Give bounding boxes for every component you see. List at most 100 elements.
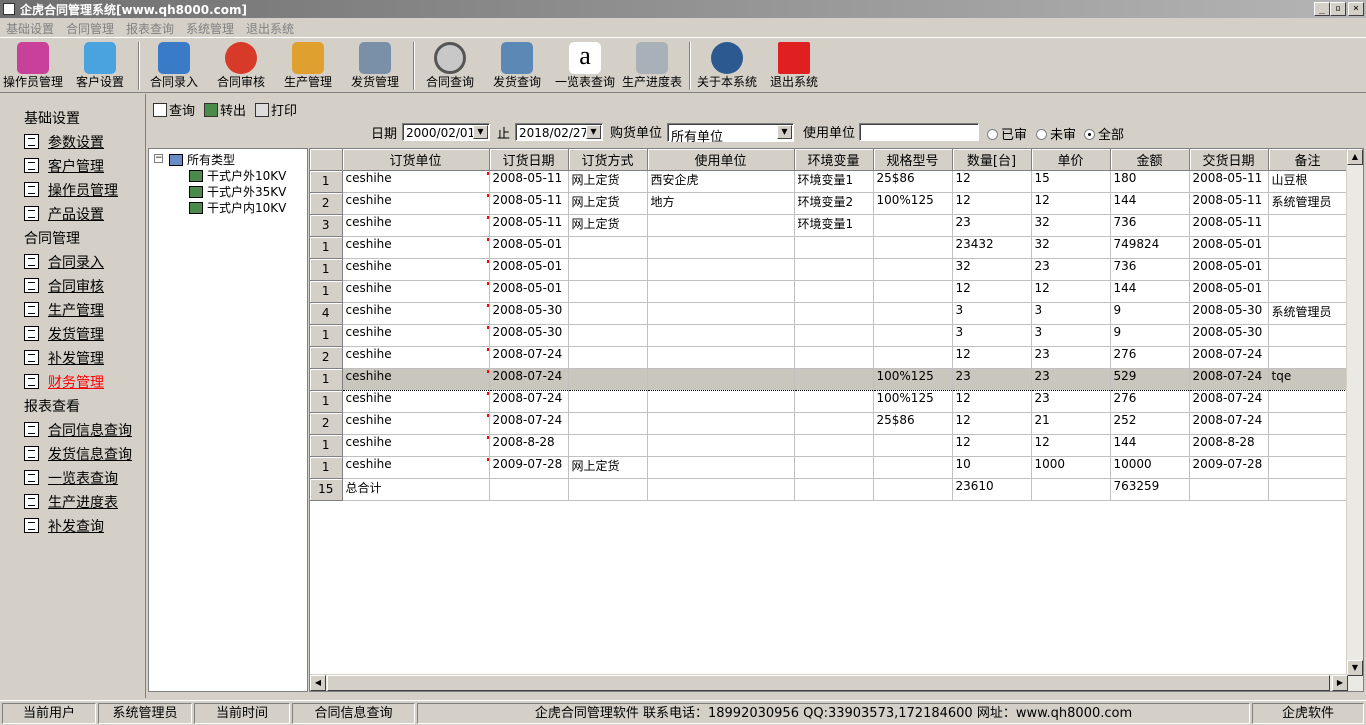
grid-cell[interactable] bbox=[568, 324, 648, 347]
grid-cell[interactable]: 180 bbox=[1110, 170, 1190, 193]
close-button[interactable]: × bbox=[1348, 2, 1364, 16]
grid-cell[interactable] bbox=[568, 236, 648, 259]
menu-report-query[interactable]: 报表查询 bbox=[126, 20, 174, 37]
grid-cell[interactable]: 12 bbox=[952, 170, 1032, 193]
grid-cell[interactable]: 环境变量1 bbox=[794, 170, 874, 193]
grid-cell[interactable]: 2008-07-24 bbox=[489, 412, 569, 435]
export-button[interactable]: 转出 bbox=[204, 100, 246, 120]
grid-cell[interactable]: 系统管理员 bbox=[1268, 192, 1348, 215]
radio-all[interactable]: 全部 bbox=[1084, 124, 1124, 143]
grid-cell[interactable]: 2008-07-24 bbox=[1189, 390, 1269, 413]
grid-cell[interactable] bbox=[1268, 412, 1348, 435]
grid-cell[interactable] bbox=[647, 302, 795, 325]
table-row[interactable]: 2 ceshihe 2008-05-11 网上定货 地方 环境变量2 100%125 12 12… bbox=[310, 192, 1348, 215]
grid-column-header[interactable]: 订货日期 bbox=[489, 149, 569, 171]
toolbar-about-button[interactable]: 关于本系统 bbox=[695, 40, 759, 92]
radio-audited[interactable]: 已审 bbox=[987, 124, 1027, 143]
grid-column-header[interactable]: 环境变量 bbox=[794, 149, 874, 171]
grid-cell[interactable]: 25$86 bbox=[873, 412, 953, 435]
grid-cell[interactable]: ceshihe bbox=[342, 258, 490, 281]
grid-cell[interactable]: 144 bbox=[1110, 192, 1190, 215]
date-from-picker[interactable]: 2000/02/01 ▼ bbox=[402, 123, 490, 141]
horizontal-scrollbar[interactable]: ◀ ▶ bbox=[310, 674, 1348, 691]
grid-cell[interactable]: 23 bbox=[1031, 390, 1111, 413]
table-row[interactable]: 1 ceshihe 2008-05-01 32 23 736 2008-05-01 bbox=[310, 258, 1348, 281]
grid-cell[interactable]: 2008-05-01 bbox=[1189, 258, 1269, 281]
vertical-scrollbar[interactable]: ▲ ▼ bbox=[1346, 149, 1363, 691]
scroll-left-icon[interactable]: ◀ bbox=[310, 675, 326, 691]
grid-cell[interactable] bbox=[647, 390, 795, 413]
table-row[interactable]: 1 ceshihe 2008-05-30 3 3 9 2008-05-30 bbox=[310, 324, 1348, 347]
chevron-down-icon[interactable]: ▼ bbox=[586, 125, 601, 139]
grid-cell[interactable] bbox=[794, 236, 874, 259]
grid-cell[interactable]: 144 bbox=[1110, 280, 1190, 303]
table-row[interactable]: 1 ceshihe 2008-05-01 23432 32 749824 2008-05-0… bbox=[310, 236, 1348, 259]
grid-cell[interactable]: 2008-05-30 bbox=[1189, 324, 1269, 347]
grid-cell[interactable]: 2008-07-24 bbox=[489, 346, 569, 369]
grid-cell[interactable]: 23610 bbox=[952, 478, 1032, 501]
grid-cell[interactable]: 10 bbox=[952, 456, 1032, 479]
grid-cell[interactable] bbox=[794, 258, 874, 281]
grid-cell[interactable]: ceshihe bbox=[342, 346, 490, 369]
grid-cell[interactable]: 12 bbox=[1031, 434, 1111, 457]
grid-cell[interactable] bbox=[873, 280, 953, 303]
table-row[interactable]: 1 ceshihe 2009-07-28 网上定货 10 1000 10000 2009-07… bbox=[310, 456, 1348, 479]
grid-cell[interactable]: 2009-07-28 bbox=[489, 456, 569, 479]
tree-node-root[interactable]: 所有类型 bbox=[169, 151, 235, 168]
grid-cell[interactable] bbox=[1268, 456, 1348, 479]
grid-cell[interactable]: 2008-05-11 bbox=[489, 192, 569, 215]
grid-cell[interactable]: 2008-05-01 bbox=[489, 236, 569, 259]
restore-button[interactable]: ▫ bbox=[1330, 2, 1346, 16]
menu-contract-management[interactable]: 合同管理 bbox=[66, 20, 114, 37]
toolbar-customer-button[interactable]: 客户设置 bbox=[70, 40, 130, 92]
grid-cell[interactable] bbox=[873, 434, 953, 457]
grid-cell[interactable]: 3 bbox=[952, 302, 1032, 325]
grid-cell[interactable]: 529 bbox=[1110, 367, 1190, 391]
grid-cell[interactable] bbox=[647, 456, 795, 479]
grid-column-header[interactable]: 使用单位 bbox=[647, 149, 795, 171]
grid-cell[interactable] bbox=[568, 478, 648, 501]
grid-cell[interactable]: 3 bbox=[952, 324, 1032, 347]
scroll-right-icon[interactable]: ▶ bbox=[1332, 675, 1348, 691]
grid-cell[interactable] bbox=[647, 214, 795, 237]
grid-cell[interactable] bbox=[647, 346, 795, 369]
grid-cell[interactable]: 32 bbox=[1031, 236, 1111, 259]
grid-cell[interactable]: 736 bbox=[1110, 214, 1190, 237]
grid-cell[interactable]: 736 bbox=[1110, 258, 1190, 281]
grid-cell[interactable]: 100%125 bbox=[873, 192, 953, 215]
grid-cell[interactable] bbox=[794, 412, 874, 435]
table-row[interactable]: 4 ceshihe 2008-05-30 3 3 9 2008-05-30 系统管理员 bbox=[310, 302, 1348, 325]
grid-cell[interactable] bbox=[873, 478, 953, 501]
grid-cell[interactable] bbox=[568, 258, 648, 281]
grid-cell[interactable]: 总合计 bbox=[342, 478, 490, 501]
grid-cell[interactable]: ceshihe bbox=[342, 412, 490, 435]
grid-column-header[interactable]: 订货单位 bbox=[342, 149, 490, 171]
scroll-thumb[interactable] bbox=[327, 675, 1330, 691]
chevron-down-icon[interactable]: ▼ bbox=[473, 125, 488, 139]
grid-cell[interactable]: 网上定货 bbox=[568, 214, 648, 237]
grid-cell[interactable] bbox=[794, 280, 874, 303]
grid-cell[interactable]: 2008-05-11 bbox=[1189, 214, 1269, 237]
grid-cell[interactable]: 2008-05-01 bbox=[1189, 280, 1269, 303]
toolbar-contract-entry-button[interactable]: 合同录入 bbox=[145, 40, 203, 92]
chevron-down-icon[interactable]: ▼ bbox=[777, 125, 792, 139]
grid-cell[interactable] bbox=[794, 456, 874, 479]
grid-cell[interactable] bbox=[647, 280, 795, 303]
grid-cell[interactable] bbox=[873, 236, 953, 259]
grid-cell[interactable] bbox=[1268, 280, 1348, 303]
grid-cell[interactable] bbox=[568, 346, 648, 369]
grid-cell[interactable] bbox=[873, 324, 953, 347]
user-unit-input[interactable] bbox=[859, 123, 979, 141]
grid-cell[interactable]: ceshihe bbox=[342, 456, 490, 479]
radio-unaudited[interactable]: 未审 bbox=[1036, 124, 1076, 143]
grid-cell[interactable]: 2008-07-24 bbox=[1189, 346, 1269, 369]
grid-cell[interactable]: 749824 bbox=[1110, 236, 1190, 259]
grid-cell[interactable] bbox=[568, 280, 648, 303]
grid-cell[interactable]: 12 bbox=[1031, 280, 1111, 303]
grid-cell[interactable]: 网上定货 bbox=[568, 192, 648, 215]
grid-cell[interactable]: 山豆根 bbox=[1268, 170, 1348, 193]
grid-cell[interactable]: 2008-8-28 bbox=[489, 434, 569, 457]
grid-cell[interactable] bbox=[489, 478, 569, 501]
grid-cell[interactable]: 2008-05-01 bbox=[1189, 236, 1269, 259]
grid-cell[interactable]: ceshihe bbox=[342, 192, 490, 215]
